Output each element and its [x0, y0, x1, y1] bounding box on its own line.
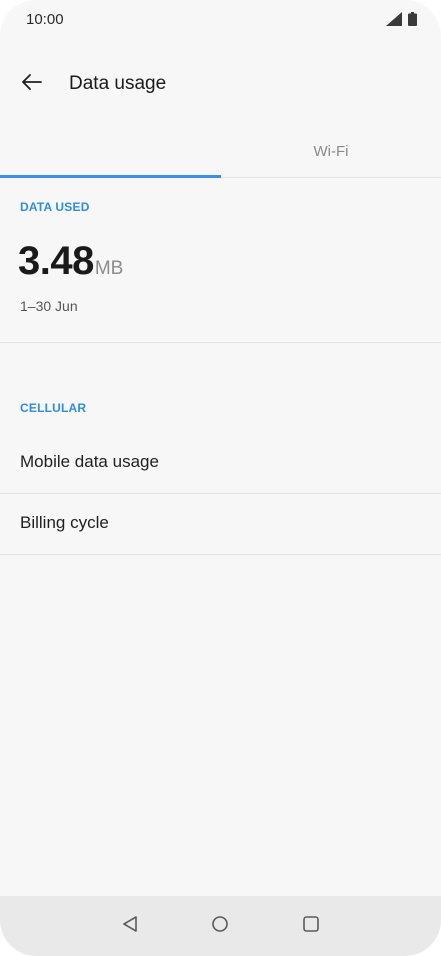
back-button[interactable]	[12, 64, 52, 104]
back-triangle-icon	[121, 915, 139, 938]
app-bar: Data usage	[0, 60, 441, 108]
usage-number: 3.48	[18, 239, 94, 283]
tab-selected-indicator	[0, 175, 221, 178]
usage-period: 1–30 Jun	[20, 298, 78, 314]
arrow-left-icon	[20, 70, 44, 99]
nav-home-button[interactable]	[204, 910, 236, 942]
home-circle-icon	[211, 915, 229, 938]
usage-unit: MB	[94, 258, 124, 279]
navigation-bar	[0, 896, 441, 956]
cellular-heading: CELLULAR	[20, 401, 87, 415]
phone-screen: 10:00 Data usage Wi-Fi DATA USED 3.48 MB…	[0, 0, 441, 956]
nav-back-button[interactable]	[114, 910, 146, 942]
tab-mobile[interactable]	[0, 126, 220, 177]
page-title: Data usage	[69, 73, 167, 94]
cellular-signal-icon	[386, 12, 402, 31]
tab-wifi[interactable]: Wi-Fi	[221, 126, 441, 177]
list-item-label: Billing cycle	[20, 513, 109, 532]
status-bar: 10:00	[0, 0, 441, 40]
data-used-heading: DATA USED	[20, 200, 90, 214]
billing-cycle-item[interactable]: Billing cycle	[0, 494, 441, 554]
status-icons	[386, 12, 417, 31]
status-time: 10:00	[26, 11, 64, 28]
list-item-label: Mobile data usage	[20, 452, 159, 471]
nav-recents-button[interactable]	[295, 910, 327, 942]
battery-icon	[408, 12, 417, 31]
recents-square-icon	[302, 915, 320, 938]
usage-value: 3.48 MB	[18, 239, 123, 284]
divider	[0, 342, 441, 343]
mobile-data-usage-item[interactable]: Mobile data usage	[0, 433, 441, 493]
tab-bar: Wi-Fi	[0, 126, 441, 178]
divider	[0, 554, 441, 555]
